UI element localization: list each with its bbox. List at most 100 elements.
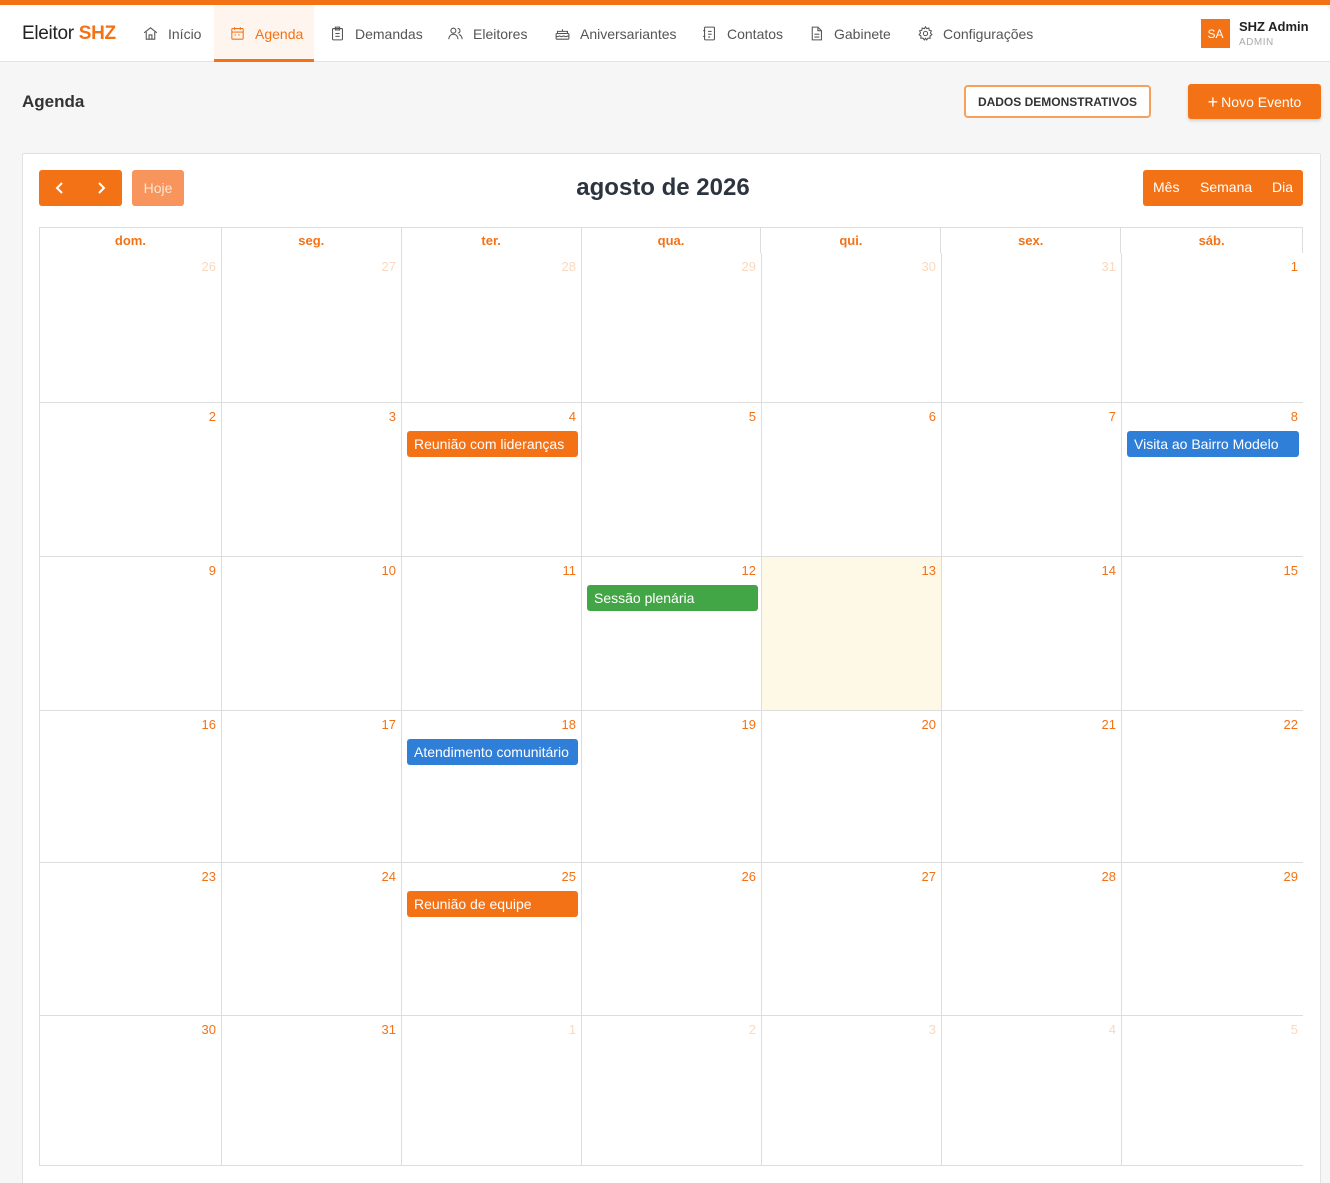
day-number[interactable]: 16 — [202, 717, 216, 732]
day-number[interactable]: 9 — [209, 563, 216, 578]
day-number[interactable]: 3 — [389, 409, 396, 424]
day-cell[interactable]: 9 — [40, 557, 222, 711]
day-number[interactable]: 30 — [922, 259, 936, 274]
day-number[interactable]: 30 — [202, 1022, 216, 1037]
day-cell[interactable]: 30 — [40, 1016, 222, 1165]
day-number[interactable]: 17 — [382, 717, 396, 732]
calendar-event[interactable]: Atendimento comunitário — [407, 739, 578, 765]
day-cell[interactable]: 7 — [942, 403, 1122, 557]
day-number[interactable]: 31 — [382, 1022, 396, 1037]
day-cell[interactable]: 14 — [942, 557, 1122, 711]
day-cell[interactable]: 29 — [582, 253, 762, 403]
day-cell[interactable]: 19 — [582, 711, 762, 863]
nav-item-gabinete[interactable]: Gabinete — [808, 5, 891, 62]
day-cell[interactable]: 10 — [222, 557, 402, 711]
day-number[interactable]: 11 — [563, 563, 577, 578]
day-number[interactable]: 2 — [749, 1022, 756, 1037]
day-cell[interactable]: 4 Reunião com lideranças — [402, 403, 582, 557]
day-number[interactable]: 4 — [1109, 1022, 1116, 1037]
day-cell[interactable]: 28 — [942, 863, 1122, 1016]
calendar-event[interactable]: Visita ao Bairro Modelo — [1127, 431, 1299, 457]
day-number[interactable]: 23 — [202, 869, 216, 884]
day-number[interactable]: 27 — [922, 869, 936, 884]
view-week-button[interactable]: Semana — [1200, 179, 1252, 195]
day-cell[interactable]: 2 — [40, 403, 222, 557]
day-number[interactable]: 21 — [1102, 717, 1116, 732]
day-cell[interactable]: 31 — [942, 253, 1122, 403]
day-number[interactable]: 1 — [569, 1022, 576, 1037]
new-event-button[interactable]: + Novo Evento — [1188, 84, 1321, 119]
day-cell[interactable]: 18 Atendimento comunitário — [402, 711, 582, 863]
day-cell[interactable]: 1 — [1122, 253, 1303, 403]
day-number[interactable]: 22 — [1284, 717, 1298, 732]
day-number[interactable]: 13 — [922, 563, 936, 578]
day-cell[interactable]: 6 — [762, 403, 942, 557]
calendar-event[interactable]: Reunião de equipe — [407, 891, 578, 917]
calendar-event[interactable]: Sessão plenária — [587, 585, 758, 611]
day-cell[interactable]: 8 Visita ao Bairro Modelo — [1122, 403, 1303, 557]
day-number[interactable]: 12 — [742, 563, 756, 578]
day-cell[interactable]: 21 — [942, 711, 1122, 863]
nav-item-demandas[interactable]: Demandas — [329, 5, 423, 62]
day-number[interactable]: 31 — [1102, 259, 1116, 274]
day-cell[interactable]: 25 Reunião de equipe — [402, 863, 582, 1016]
day-cell[interactable]: 3 — [222, 403, 402, 557]
nav-item-inicio[interactable]: Início — [142, 5, 201, 62]
day-cell[interactable]: 26 — [40, 253, 222, 403]
day-number[interactable]: 5 — [1291, 1022, 1298, 1037]
day-number[interactable]: 5 — [749, 409, 756, 424]
day-number[interactable]: 6 — [929, 409, 936, 424]
view-day-button[interactable]: Dia — [1272, 179, 1293, 195]
day-cell[interactable]: 5 — [1122, 1016, 1303, 1165]
day-cell[interactable]: 17 — [222, 711, 402, 863]
day-cell[interactable]: 13 — [762, 557, 942, 711]
day-cell[interactable]: 2 — [582, 1016, 762, 1165]
day-number[interactable]: 10 — [382, 563, 396, 578]
view-month-button[interactable]: Mês — [1153, 179, 1179, 195]
day-number[interactable]: 4 — [569, 409, 576, 424]
day-cell[interactable]: 3 — [762, 1016, 942, 1165]
nav-item-contatos[interactable]: Contatos — [701, 5, 783, 62]
day-cell[interactable]: 24 — [222, 863, 402, 1016]
day-number[interactable]: 2 — [209, 409, 216, 424]
day-cell[interactable]: 4 — [942, 1016, 1122, 1165]
demo-data-button[interactable]: DADOS DEMONSTRATIVOS — [964, 85, 1151, 118]
day-number[interactable]: 18 — [562, 717, 576, 732]
day-cell[interactable]: 5 — [582, 403, 762, 557]
user-avatar[interactable]: SA — [1201, 19, 1230, 48]
day-cell[interactable]: 16 — [40, 711, 222, 863]
day-number[interactable]: 8 — [1291, 409, 1298, 424]
day-cell[interactable]: 15 — [1122, 557, 1303, 711]
nav-item-agenda[interactable]: Agenda — [214, 5, 314, 62]
day-cell[interactable]: 31 — [222, 1016, 402, 1165]
day-cell[interactable]: 26 — [582, 863, 762, 1016]
day-cell[interactable]: 28 — [402, 253, 582, 403]
day-cell[interactable]: 1 — [402, 1016, 582, 1165]
day-cell[interactable]: 11 — [402, 557, 582, 711]
day-cell[interactable]: 23 — [40, 863, 222, 1016]
day-number[interactable]: 28 — [562, 259, 576, 274]
day-number[interactable]: 27 — [382, 259, 396, 274]
nav-item-eleitores[interactable]: Eleitores — [447, 5, 527, 62]
day-number[interactable]: 24 — [382, 869, 396, 884]
day-cell[interactable]: 30 — [762, 253, 942, 403]
day-number[interactable]: 26 — [202, 259, 216, 274]
nav-item-aniversariantes[interactable]: Aniversariantes — [554, 5, 677, 62]
day-number[interactable]: 29 — [742, 259, 756, 274]
brand-logo[interactable]: Eleitor SHZ — [22, 23, 116, 45]
day-number[interactable]: 25 — [562, 869, 576, 884]
day-number[interactable]: 19 — [742, 717, 756, 732]
user-name[interactable]: SHZ Admin — [1239, 19, 1309, 34]
day-number[interactable]: 1 — [1291, 259, 1298, 274]
nav-item-configuracoes[interactable]: Configurações — [917, 5, 1033, 62]
day-number[interactable]: 28 — [1102, 869, 1116, 884]
day-number[interactable]: 20 — [922, 717, 936, 732]
day-cell[interactable]: 20 — [762, 711, 942, 863]
day-cell[interactable]: 27 — [222, 253, 402, 403]
day-number[interactable]: 29 — [1284, 869, 1298, 884]
day-cell[interactable]: 12 Sessão plenária — [582, 557, 762, 711]
day-number[interactable]: 15 — [1284, 563, 1298, 578]
day-cell[interactable]: 22 — [1122, 711, 1303, 863]
day-cell[interactable]: 27 — [762, 863, 942, 1016]
day-number[interactable]: 7 — [1109, 409, 1116, 424]
